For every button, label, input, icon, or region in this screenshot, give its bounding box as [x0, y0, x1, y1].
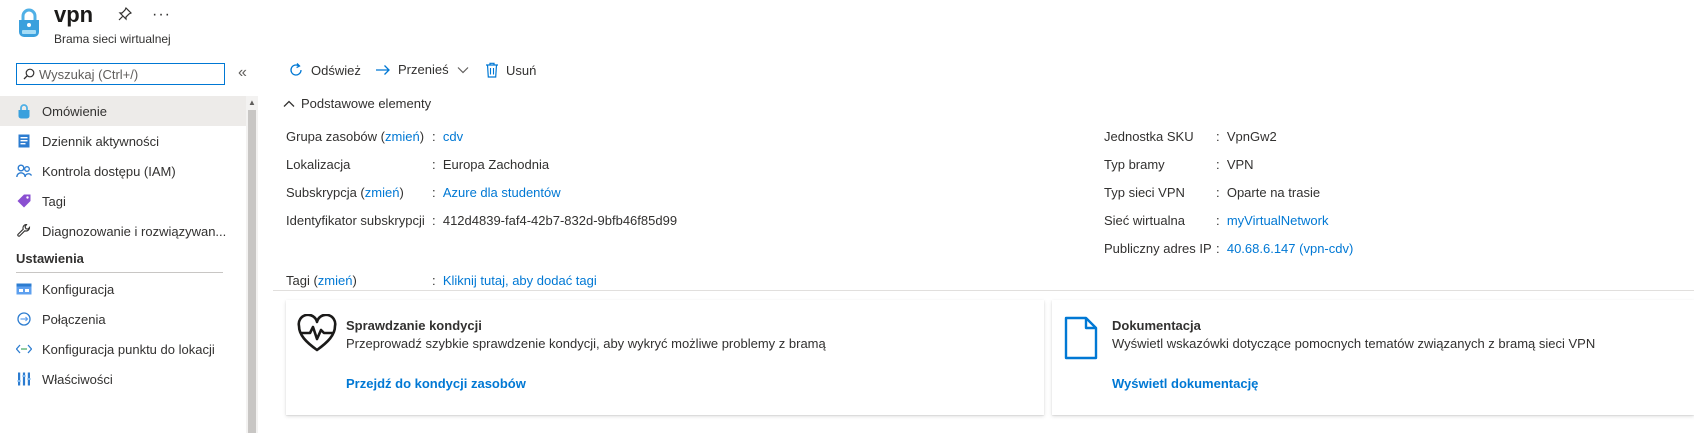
view-documentation-link[interactable]: Wyświetl dokumentację: [1112, 376, 1258, 391]
virtual-network-link[interactable]: myVirtualNetwork: [1227, 213, 1329, 228]
sku-value: : VpnGw2: [1216, 129, 1277, 144]
pin-icon[interactable]: [118, 6, 133, 25]
card-description: Wyświetl wskazówki dotyczące pomocnych t…: [1112, 336, 1596, 351]
location-value: : Europa Zachodnia: [432, 157, 550, 172]
tags-value: : Kliknij tutaj, aby dodać tagi: [432, 273, 597, 288]
vpn-type-value: : Oparte na trasie: [1216, 185, 1321, 200]
health-check-card: Sprawdzanie kondycji Przeprowadź szybkie…: [286, 300, 1044, 415]
delete-label: Usuń: [506, 62, 537, 78]
resource-group-value: : cdv: [432, 129, 464, 144]
refresh-button[interactable]: Odśwież: [288, 62, 361, 78]
change-tags-link[interactable]: zmień: [318, 273, 353, 288]
collapse-sidebar-icon[interactable]: «: [238, 64, 247, 82]
vpn-type-label: Typ sieci VPN: [1104, 185, 1185, 200]
sidebar-item-label: Omówienie: [42, 103, 108, 119]
p2s-icon: [16, 341, 32, 357]
subscription-link[interactable]: Azure dla studentów: [443, 185, 561, 200]
sidebar-item-label: Właściwości: [42, 371, 113, 387]
subscription-id-label: Identyfikator subskrypcji: [286, 213, 425, 228]
public-ip-label: Publiczny adres IP: [1104, 241, 1212, 256]
card-description: Przeprowadź szybkie sprawdzenie kondycji…: [346, 336, 826, 351]
resource-group-link[interactable]: cdv: [443, 129, 463, 144]
delete-button[interactable]: Usuń: [485, 62, 536, 78]
sidebar-item-label: Dziennik aktywności: [42, 133, 160, 149]
sidebar-item-label: Połączenia: [42, 311, 106, 327]
search-input[interactable]: Wyszukaj (Ctrl+/): [16, 63, 225, 85]
sidebar-item-label: Konfiguracja: [42, 281, 115, 297]
public-ip-value: : 40.68.6.147 (vpn-cdv): [1216, 241, 1354, 256]
vpn-lock-icon: [16, 103, 32, 119]
sidebar-item-label: Diagnozowanie i rozwiązywan...: [42, 223, 227, 239]
sidebar-item-connections[interactable]: Połączenia: [0, 304, 246, 334]
document-icon: [1064, 316, 1098, 363]
card-title: Dokumentacja: [1112, 318, 1201, 333]
virtual-network-value: : myVirtualNetwork: [1216, 213, 1329, 228]
refresh-icon: [290, 63, 302, 76]
sidebar-item-label: Konfiguracja punktu do lokacji: [42, 341, 215, 357]
activity-log-icon: [16, 133, 32, 149]
sidebar: Omówienie Dziennik aktywności Kontrola d…: [0, 96, 246, 433]
sidebar-item-label: Tagi: [42, 193, 66, 209]
refresh-label: Odśwież: [311, 62, 361, 78]
go-to-resource-health-link[interactable]: Przejdź do kondycji zasobów: [346, 376, 526, 391]
sidebar-item-label: Kontrola dostępu (IAM): [42, 163, 176, 179]
sidebar-scrollbar[interactable]: ▲: [246, 96, 258, 433]
sidebar-item-diagnose[interactable]: Diagnozowanie i rozwiązywan...: [0, 216, 246, 246]
scroll-up-arrow-icon[interactable]: ▲: [248, 98, 256, 107]
chevron-down-icon: [457, 66, 469, 73]
location-label: Lokalizacja: [286, 157, 351, 172]
search-icon: [23, 68, 35, 80]
people-icon: [16, 163, 32, 179]
sidebar-item-activity-log[interactable]: Dziennik aktywności: [0, 126, 246, 156]
sidebar-item-configuration[interactable]: Konfiguracja: [0, 274, 246, 304]
essentials-title: Podstawowe elementy: [301, 96, 432, 111]
essentials-divider: [273, 290, 1694, 291]
add-tags-link[interactable]: Kliknij tutaj, aby dodać tagi: [443, 273, 597, 288]
config-icon: [16, 281, 32, 297]
wrench-icon: [16, 223, 32, 239]
sidebar-item-tags[interactable]: Tagi: [0, 186, 246, 216]
more-options-icon[interactable]: ···: [152, 6, 171, 24]
chevron-up-icon: [283, 100, 295, 107]
connections-icon: [16, 311, 32, 327]
sidebar-item-properties[interactable]: Właściwości: [0, 364, 246, 394]
subscription-label: Subskrypcja (zmień): [286, 185, 404, 200]
tag-icon: [16, 193, 32, 209]
change-subscription-link[interactable]: zmień: [365, 185, 400, 200]
move-button[interactable]: Przenieś: [375, 62, 469, 77]
change-resource-group-link[interactable]: zmień: [385, 129, 420, 144]
tags-label: Tagi (zmień): [286, 273, 357, 288]
scrollbar-thumb[interactable]: [248, 110, 256, 433]
settings-section-header: Ustawienia: [16, 251, 84, 266]
move-label: Przenieś: [398, 62, 449, 77]
gateway-type-value: : VPN: [1216, 157, 1254, 172]
sidebar-item-iam[interactable]: Kontrola dostępu (IAM): [0, 156, 246, 186]
documentation-card: Dokumentacja Wyświetl wskazówki dotycząc…: [1052, 300, 1694, 415]
heart-pulse-icon: [296, 313, 338, 357]
subscription-id-value: : 412d4839-faf4-42b7-832d-9bfb46f85d99: [432, 213, 678, 228]
card-title: Sprawdzanie kondycji: [346, 318, 482, 333]
sku-label: Jednostka SKU: [1104, 129, 1194, 144]
page-title: vpn: [54, 2, 94, 27]
essentials-toggle[interactable]: Podstawowe elementy: [283, 96, 431, 111]
vpn-lock-icon: [16, 8, 42, 38]
subscription-value: : Azure dla studentów: [432, 185, 561, 200]
search-placeholder: Wyszukaj (Ctrl+/): [39, 66, 139, 82]
properties-icon: [16, 371, 32, 387]
arrow-right-icon: [376, 64, 390, 75]
sidebar-item-overview[interactable]: Omówienie: [0, 96, 246, 126]
virtual-network-label: Sieć wirtualna: [1104, 213, 1185, 228]
sidebar-item-p2s-config[interactable]: Konfiguracja punktu do lokacji: [0, 334, 246, 364]
trash-icon: [486, 62, 498, 78]
resource-group-label: Grupa zasobów (zmień): [286, 129, 425, 144]
public-ip-link[interactable]: 40.68.6.147 (vpn-cdv): [1227, 241, 1353, 256]
section-divider: [16, 272, 223, 273]
page-subtitle: Brama sieci wirtualnej: [54, 32, 171, 46]
gateway-type-label: Typ bramy: [1104, 157, 1165, 172]
